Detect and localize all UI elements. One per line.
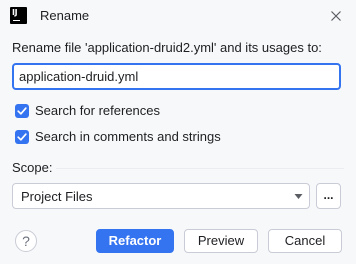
search-comments-label: Search in comments and strings: [35, 129, 221, 144]
refactor-button[interactable]: Refactor: [96, 229, 174, 253]
chevron-down-icon: [294, 194, 303, 199]
browse-scope-button[interactable]: ...: [316, 183, 341, 209]
title-bar: IJ Rename: [0, 0, 356, 32]
checkmark-icon: [17, 133, 27, 141]
scope-divider: [56, 168, 344, 169]
scope-dropdown[interactable]: Project Files: [12, 183, 310, 209]
checkmark-icon: [17, 107, 27, 115]
new-name-input[interactable]: [12, 63, 341, 90]
search-comments-checkbox[interactable]: [15, 130, 29, 144]
search-references-label: Search for references: [35, 103, 161, 118]
rename-label: Rename file 'application-druid2.yml' and…: [12, 40, 322, 55]
close-button[interactable]: [328, 8, 344, 24]
intellij-idea-icon: IJ: [10, 7, 27, 24]
help-button[interactable]: ?: [15, 230, 37, 252]
search-comments-option[interactable]: Search in comments and strings: [15, 129, 221, 145]
search-references-option[interactable]: Search for references: [15, 103, 160, 119]
close-icon: [331, 11, 341, 21]
search-references-checkbox[interactable]: [15, 104, 29, 118]
cancel-button[interactable]: Cancel: [268, 229, 342, 253]
rename-dialog: IJ Rename Rename file 'application-druid…: [0, 0, 356, 264]
scope-label: Scope:: [12, 160, 53, 175]
dialog-title: Rename: [40, 8, 90, 23]
preview-button[interactable]: Preview: [184, 229, 258, 253]
scope-selected-value: Project Files: [21, 189, 93, 204]
